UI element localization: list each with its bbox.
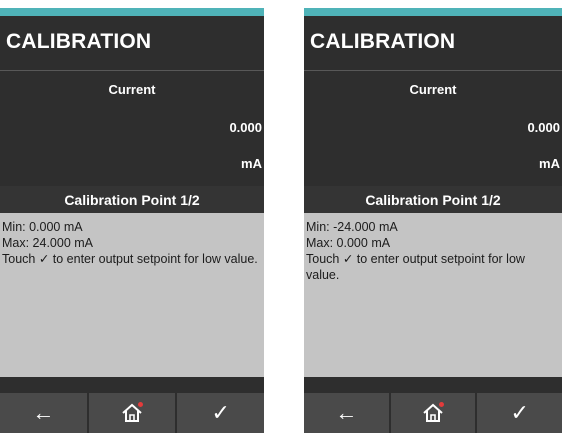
page-title: CALIBRATION [310, 30, 456, 53]
calibration-point-label: Calibration Point 1/2 [0, 186, 264, 214]
instruction-text: Touch ✓ to enter output setpoint for low… [2, 252, 258, 266]
min-text: Min: -24.000 mA [306, 220, 398, 234]
back-button[interactable]: ← [0, 393, 87, 433]
max-text: Max: 0.000 mA [306, 236, 391, 250]
calibration-screen-left: CALIBRATION Current 0.000 mA Calibration… [0, 8, 265, 433]
current-value: 0.000 [229, 120, 262, 135]
calibration-point-label: Calibration Point 1/2 [304, 186, 562, 214]
info-panel: Min: -24.000 mA Max: 0.000 mA Touch ✓ to… [304, 213, 562, 377]
home-button[interactable] [88, 393, 176, 433]
check-icon: ✓ [211, 400, 230, 425]
check-icon: ✓ [510, 400, 529, 425]
current-value: 0.000 [527, 120, 560, 135]
max-text: Max: 24.000 mA [2, 236, 94, 250]
instruction-text: Touch ✓ to enter output setpoint for low… [306, 252, 525, 282]
current-label: Current [409, 82, 457, 97]
nav-bar: ← ✓ [304, 393, 562, 433]
min-text: Min: 0.000 mA [2, 220, 83, 234]
divider [0, 70, 264, 71]
accent-bar [0, 8, 264, 16]
accent-bar [304, 8, 562, 16]
current-unit: mA [241, 156, 262, 171]
divider [304, 70, 562, 71]
back-button[interactable]: ← [304, 393, 389, 433]
back-arrow-icon: ← [335, 400, 358, 425]
nav-bar: ← ✓ [0, 393, 265, 433]
confirm-button[interactable]: ✓ [477, 393, 562, 433]
notification-dot [439, 402, 444, 407]
calibration-screen-right: CALIBRATION Current 0.000 mA Calibration… [304, 8, 562, 433]
confirm-button[interactable]: ✓ [177, 393, 265, 433]
notification-dot [138, 402, 143, 407]
current-label: Current [108, 82, 156, 97]
info-panel: Min: 0.000 mA Max: 24.000 mA Touch ✓ to … [0, 213, 264, 377]
home-button[interactable] [390, 393, 476, 433]
current-unit: mA [539, 156, 560, 171]
back-arrow-icon: ← [32, 400, 55, 425]
page-title: CALIBRATION [6, 30, 152, 53]
